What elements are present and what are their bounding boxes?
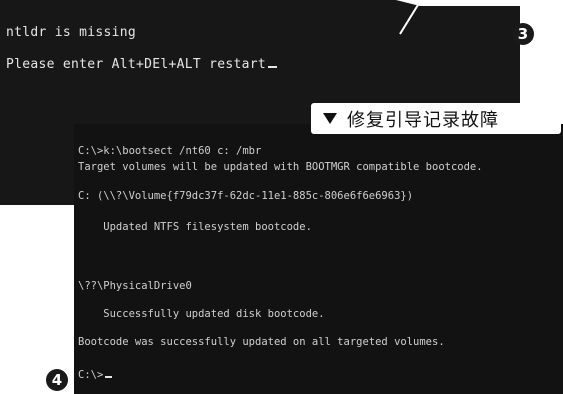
terminal-line: Updated NTFS filesystem bootcode. <box>78 221 312 233</box>
terminal-line: Target volumes will be updated with BOOT… <box>78 161 483 173</box>
terminal-line: Successfully updated disk bootcode. <box>78 308 325 320</box>
terminal-line-text: C:\> <box>78 369 104 381</box>
step-3-badge: 3 <box>512 23 534 45</box>
terminal-line: Bootcode was successfully updated on all… <box>78 336 445 348</box>
terminal-line: C: (\\?\Volume{f79dc37f-62dc-11e1-885c-8… <box>78 190 414 202</box>
caption-label: 修复引导记录故障 <box>311 103 561 134</box>
cursor-icon <box>105 376 113 378</box>
terminal-line: C:\> <box>78 369 113 381</box>
step-4-badge: 4 <box>46 369 68 391</box>
bottom-terminal-window: C:\>k:\bootsect /nt60 c: /mbr Target vol… <box>74 124 563 394</box>
caption-text: 修复引导记录故障 <box>347 109 499 131</box>
triangle-down-icon <box>323 113 337 124</box>
terminal-line: C:\>k:\bootsect /nt60 c: /mbr <box>78 145 262 157</box>
terminal-line: \??\PhysicalDrive0 <box>78 280 192 292</box>
